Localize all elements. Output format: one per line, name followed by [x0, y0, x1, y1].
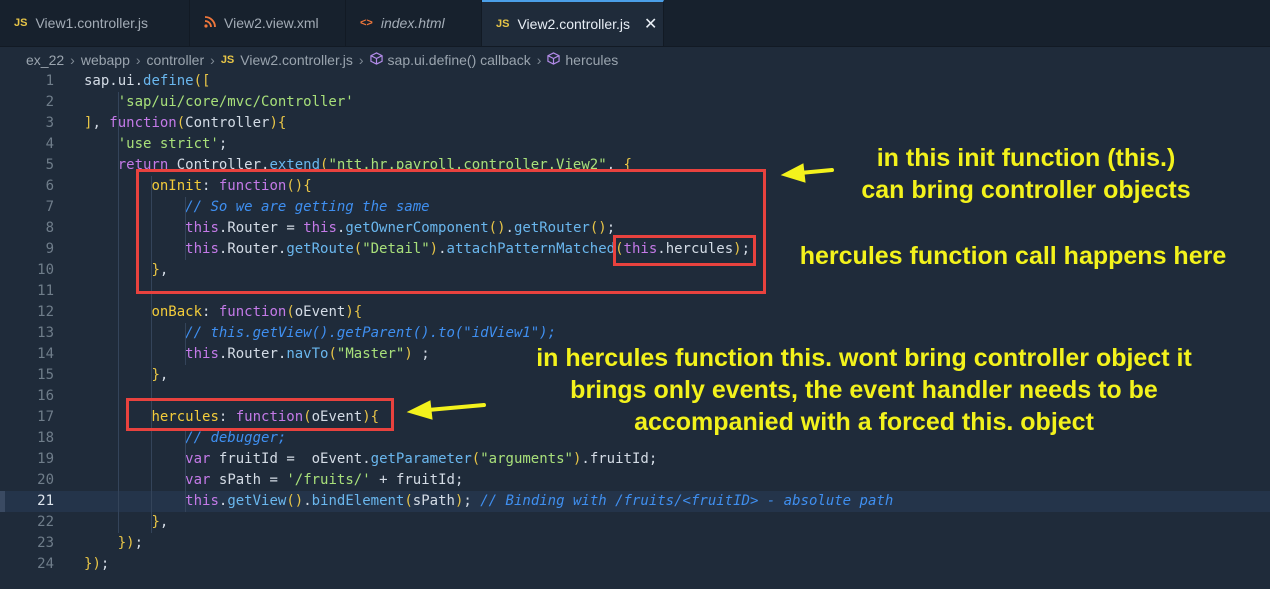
arrow-icon: [406, 163, 834, 420]
